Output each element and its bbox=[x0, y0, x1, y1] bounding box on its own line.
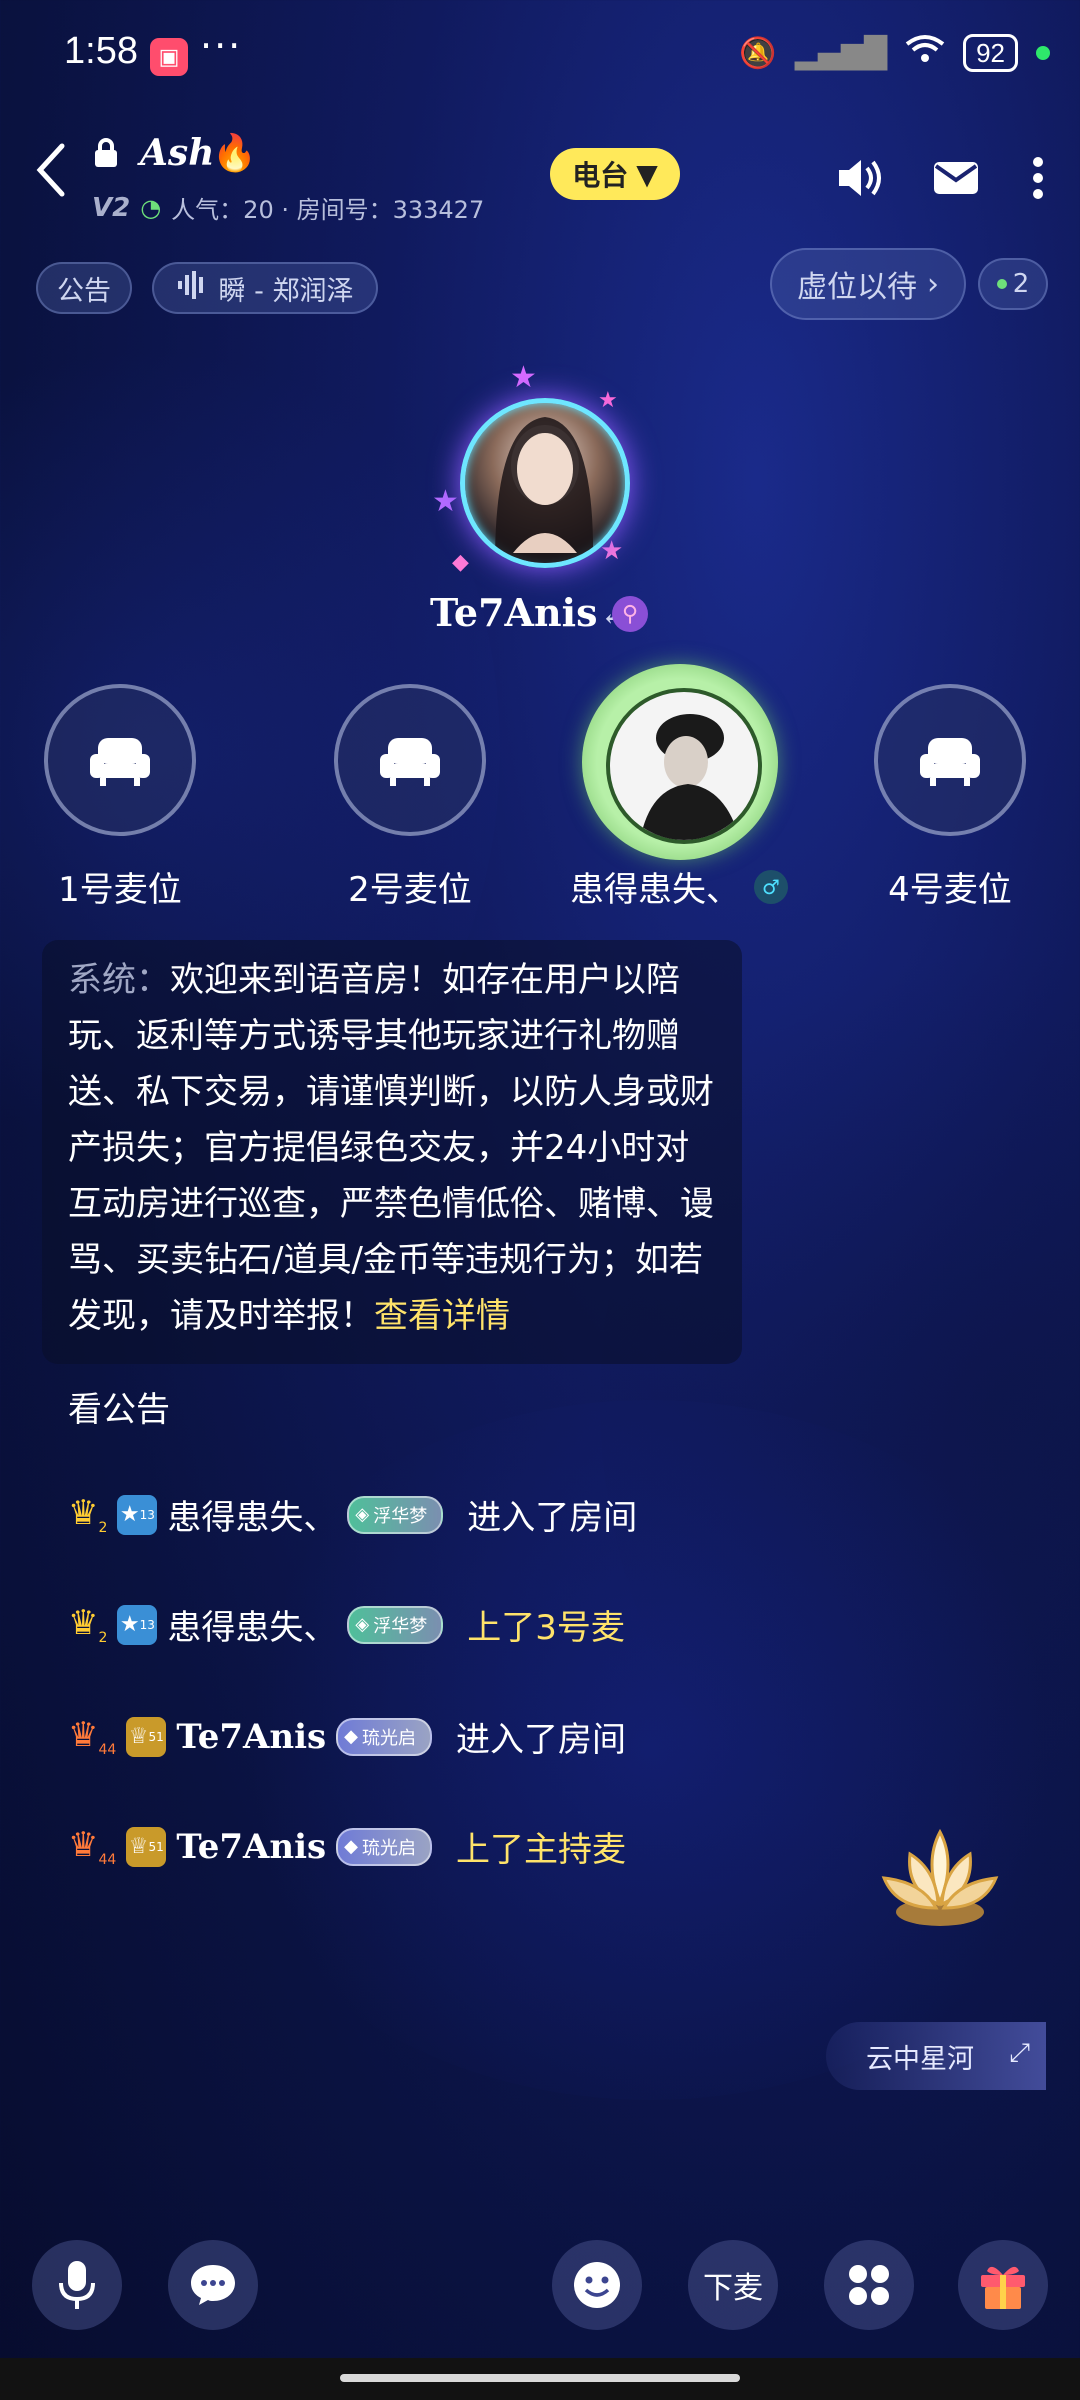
view-notice-link[interactable]: 看公告 bbox=[68, 1382, 170, 1431]
room-popularity: 人气：20 · 房间号：333427 bbox=[171, 196, 485, 224]
user-name[interactable]: Te7Anis bbox=[176, 1717, 326, 1757]
wifi-icon bbox=[905, 34, 945, 72]
chat-message[interactable]: ♛2 ★ 13 患得患失、 ◈ 浮华梦 进入了房间 bbox=[68, 1490, 637, 1539]
crown-icon: ♛44 bbox=[68, 1825, 117, 1868]
host-avatar[interactable] bbox=[460, 398, 630, 568]
chat-bubble-icon bbox=[191, 2265, 235, 2305]
emoji-button[interactable] bbox=[552, 2240, 642, 2330]
wifi-small-icon: ◔ bbox=[140, 193, 162, 222]
mute-icon: 🔕 bbox=[739, 35, 777, 71]
song-title: 瞬 - 郑润泽 bbox=[218, 275, 354, 307]
gender-female-icon: ⚲ bbox=[612, 596, 648, 632]
privacy-dot bbox=[1036, 46, 1050, 60]
floating-room-card[interactable]: 云中星河 ⤢ bbox=[826, 2022, 1046, 2090]
battery-indicator: 92 bbox=[963, 34, 1018, 72]
crown-icon: ♛44 bbox=[68, 1715, 117, 1758]
lotus-gift-icon[interactable] bbox=[870, 1812, 1010, 1932]
message-action: 上了主持麦 bbox=[456, 1830, 627, 1870]
apps-button[interactable] bbox=[824, 2240, 914, 2330]
user-name[interactable]: 患得患失、 bbox=[167, 1490, 337, 1539]
seat-3-avatar[interactable] bbox=[606, 688, 762, 844]
sofa-icon bbox=[90, 738, 150, 786]
message-action: 上了3号麦 bbox=[467, 1608, 625, 1648]
leave-mic-label: 下麦 bbox=[703, 2271, 763, 2306]
system-message: 系统：欢迎来到语音房！如存在用户以陪玩、返利等方式诱导其他玩家进行礼物赠送、私下… bbox=[42, 940, 742, 1364]
user-tag-badge: ◈ 浮华梦 bbox=[347, 1495, 444, 1534]
view-details-link[interactable]: 查看详情 bbox=[374, 1296, 510, 1336]
seat-1[interactable] bbox=[44, 684, 196, 836]
back-button[interactable] bbox=[30, 140, 70, 200]
more-options-icon[interactable] bbox=[1010, 150, 1066, 206]
microphone-icon bbox=[59, 2261, 95, 2309]
user-name[interactable]: 患得患失、 bbox=[167, 1600, 337, 1649]
message-action: 进入了房间 bbox=[467, 1498, 638, 1538]
app-notification-icon: ▣ bbox=[150, 38, 188, 76]
apps-grid-icon bbox=[849, 2265, 889, 2305]
room-meta: V2 ◔ 人气：20 · 房间号：333427 bbox=[92, 190, 484, 225]
now-playing-chip[interactable]: 瞬 - 郑润泽 bbox=[152, 262, 378, 314]
room-name: Ash bbox=[140, 132, 215, 174]
status-time: 1:58 bbox=[64, 30, 138, 72]
star-decoration-icon: ★ bbox=[432, 484, 459, 519]
online-dot bbox=[996, 279, 1007, 289]
card-decoration-icon: ◆ bbox=[452, 550, 469, 575]
microphone-button[interactable] bbox=[32, 2240, 122, 2330]
floating-card-label: 云中星河 bbox=[866, 2043, 974, 2075]
seat-4[interactable] bbox=[874, 684, 1026, 836]
expand-icon[interactable]: ⤢ bbox=[1009, 2038, 1030, 2069]
user-tag-badge: ◆ 琉光启 bbox=[336, 1717, 433, 1756]
user-name[interactable]: Te7Anis bbox=[176, 1827, 326, 1867]
star-decoration-icon: ★ bbox=[598, 388, 618, 413]
system-prefix: 系统： bbox=[68, 960, 170, 1000]
gift-icon bbox=[981, 2266, 1025, 2309]
host-name[interactable]: Te7Anis ⇜ bbox=[430, 590, 624, 635]
announcement-chip[interactable]: 公告 bbox=[36, 262, 132, 314]
crown-icon: ♛2 bbox=[68, 1493, 108, 1536]
system-text: 欢迎来到语音房！如存在用户以陪玩、返利等方式诱导其他玩家进行礼物赠送、私下交易，… bbox=[68, 960, 714, 1336]
level-badge-icon: ♕ 51 bbox=[126, 1716, 167, 1757]
chat-message[interactable]: ♛2 ★ 13 患得患失、 ◈ 浮华梦 上了3号麦 bbox=[68, 1600, 625, 1649]
seat-waiting-label: 虚位以待 bbox=[797, 270, 917, 305]
gender-male-icon: ♂ bbox=[754, 870, 788, 904]
home-indicator[interactable] bbox=[340, 2374, 740, 2382]
chat-message[interactable]: ♛44 ♕ 51 Te7Anis ◆ 琉光启 进入了房间 bbox=[68, 1712, 626, 1761]
chevron-right-icon: › bbox=[927, 266, 939, 302]
mail-icon[interactable] bbox=[928, 150, 984, 206]
announcement-label: 公告 bbox=[57, 275, 111, 307]
online-count: 2 bbox=[1012, 269, 1030, 299]
chat-button[interactable] bbox=[168, 2240, 258, 2330]
seat-2[interactable] bbox=[334, 684, 486, 836]
level-badge-icon: ★ 13 bbox=[117, 1494, 158, 1535]
caret-down-icon: ▼ bbox=[636, 157, 658, 191]
seat-waiting-chip[interactable]: 虚位以待 › bbox=[770, 248, 966, 320]
online-count-chip[interactable]: 2 bbox=[978, 258, 1048, 310]
more-notifications-icon: ··· bbox=[200, 24, 243, 68]
gift-button[interactable] bbox=[958, 2240, 1048, 2330]
seat-1-label: 1号麦位 bbox=[58, 870, 182, 910]
message-action: 进入了房间 bbox=[456, 1720, 627, 1760]
speaker-icon[interactable] bbox=[832, 150, 888, 206]
seat-3-label: 患得患失、 bbox=[570, 870, 740, 910]
signal-icon: ▂▄▆█ bbox=[794, 35, 888, 71]
audio-wave-icon bbox=[177, 270, 209, 306]
sofa-icon bbox=[920, 738, 980, 786]
radio-label: 电台 bbox=[572, 159, 629, 192]
level-badge-icon: ♕ 51 bbox=[126, 1826, 167, 1867]
fire-icon: 🔥 bbox=[212, 133, 257, 174]
emoji-icon bbox=[574, 2262, 620, 2308]
chat-message[interactable]: ♛44 ♕ 51 Te7Anis ◆ 琉光启 上了主持麦 bbox=[68, 1822, 626, 1871]
seat-2-label: 2号麦位 bbox=[348, 870, 472, 910]
room-level: V2 bbox=[92, 192, 131, 223]
lock-icon bbox=[92, 138, 120, 176]
user-tag-badge: ◈ 浮华梦 bbox=[347, 1605, 444, 1644]
star-decoration-icon: ★ bbox=[510, 360, 537, 395]
status-icons: 🔕 ▂▄▆█ 92 bbox=[739, 34, 1050, 72]
sofa-icon bbox=[380, 738, 440, 786]
radio-button[interactable]: 电台 ▼ bbox=[550, 148, 680, 200]
level-badge-icon: ★ 13 bbox=[117, 1604, 158, 1645]
user-tag-badge: ◆ 琉光启 bbox=[336, 1827, 433, 1866]
seat-4-label: 4号麦位 bbox=[888, 870, 1012, 910]
crown-icon: ♛2 bbox=[68, 1603, 108, 1646]
leave-mic-button[interactable]: 下麦 bbox=[688, 2240, 778, 2330]
